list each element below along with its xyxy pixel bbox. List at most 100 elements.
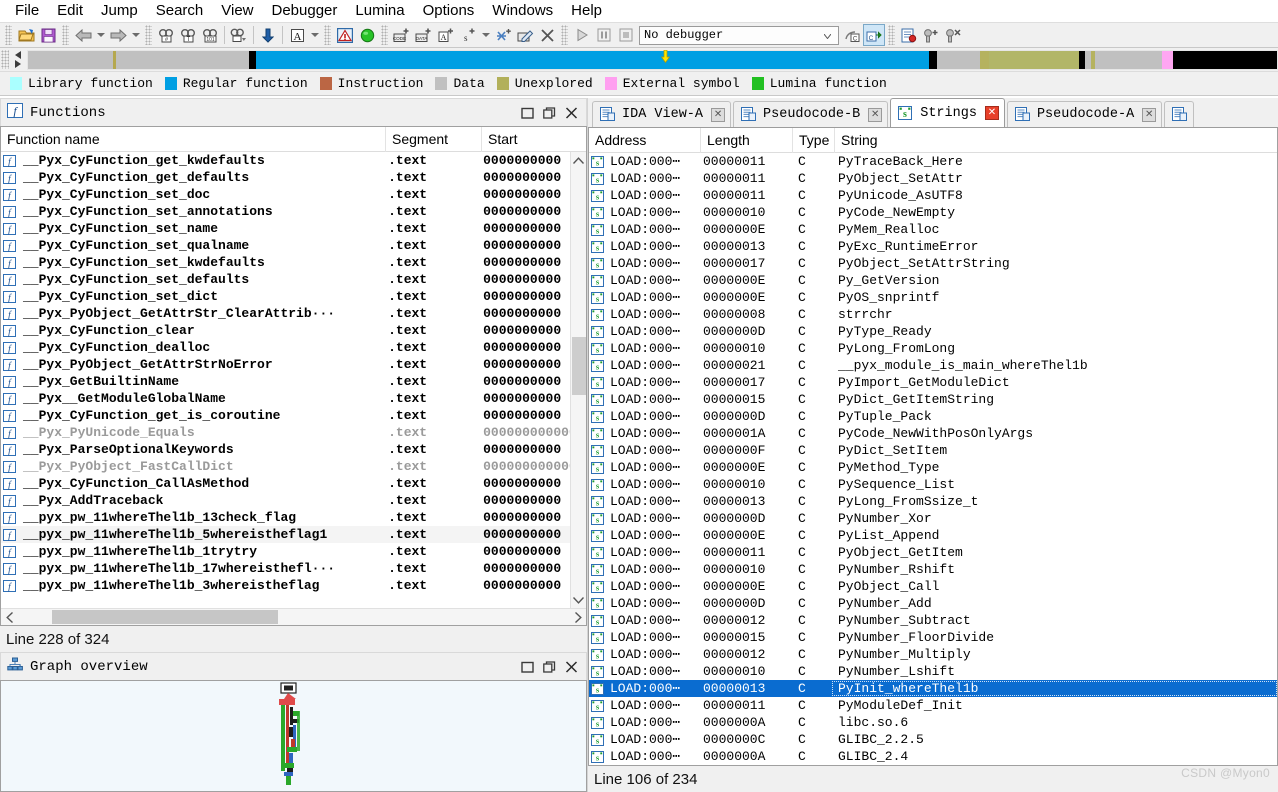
table-row[interactable]: s LOAD:000⋯ 0000000E C PyMem_Realloc (589, 221, 1277, 238)
table-row[interactable]: f __pyx_pw_11whereThel1b_1trytry .text 0000… (1, 543, 586, 560)
save-icon[interactable] (37, 24, 59, 46)
table-row[interactable]: s LOAD:000⋯ 00000010 C PyLong_FromLong (589, 340, 1277, 357)
column-header-type[interactable]: Type (793, 128, 835, 153)
table-row[interactable]: s LOAD:000⋯ 0000000D C PyType_Ready (589, 323, 1277, 340)
run-icon[interactable] (571, 24, 593, 46)
table-row[interactable]: f __Pyx_PyObject_FastCallDict .text 0000000… (1, 458, 586, 475)
table-row[interactable]: s LOAD:000⋯ 00000008 Cstrrchr (589, 306, 1277, 323)
toolbar-grip-7[interactable] (888, 25, 895, 45)
tab-pseudocode-b[interactable]: Pseudocode-B ✕ (733, 101, 889, 127)
table-row[interactable]: s LOAD:000⋯ 0000000F C PyDict_SetItem (589, 442, 1277, 459)
make-struct-dropdown-icon[interactable] (479, 24, 492, 46)
down-arrow-icon[interactable] (257, 24, 279, 46)
tab-ida-view-a[interactable]: IDA View-A ✕ (592, 101, 732, 127)
menu-item-file[interactable]: File (6, 1, 48, 21)
graph-overview-canvas[interactable] (0, 680, 587, 792)
table-row[interactable]: f __Pyx_CyFunction_get_is_coroutine .text 0… (1, 407, 586, 424)
step-into-icon[interactable]: C (863, 24, 885, 46)
table-row[interactable]: s LOAD:000⋯ 00000017 C PyImport_GetModuleDic… (589, 374, 1277, 391)
table-row[interactable]: s LOAD:000⋯ 00000012 C PyNumber_Subtract (589, 612, 1277, 629)
functions-scroll-track[interactable] (571, 169, 587, 591)
menu-item-view[interactable]: View (212, 1, 262, 21)
table-row[interactable]: s LOAD:000⋯ 00000011 C PyUnicode_AsUTF8 (589, 187, 1277, 204)
table-row[interactable]: f __Pyx__GetModuleGlobalName .text 00000000… (1, 390, 586, 407)
navigation-band[interactable] (27, 50, 1278, 70)
back-dropdown-icon[interactable] (94, 24, 107, 46)
menu-item-lumina[interactable]: Lumina (346, 1, 413, 21)
table-row[interactable]: s LOAD:000⋯ 00000010 C PyCode_NewEmpty (589, 204, 1277, 221)
search-text-icon[interactable]: T (177, 24, 199, 46)
table-row[interactable]: f __Pyx_PyObject_GetAttrStr_ClearAttrib··… (1, 305, 586, 322)
strings-list[interactable]: Address Length Type String s LOAD:000⋯ 000… (588, 128, 1278, 766)
table-row[interactable]: s LOAD:000⋯ 00000011 C PyTraceBack_Here (589, 153, 1277, 170)
scroll-down-icon[interactable] (571, 591, 587, 608)
search-immediate-icon[interactable]: 101 (199, 24, 221, 46)
scroll-right-icon[interactable] (569, 609, 586, 626)
menu-item-windows[interactable]: Windows (483, 1, 562, 21)
navband-zoom-controls[interactable] (9, 50, 27, 69)
scroll-up-icon[interactable] (571, 152, 587, 169)
column-header-address[interactable]: Address (589, 128, 701, 153)
toolbar-grip-2[interactable] (62, 25, 69, 45)
restore-icon[interactable] (516, 657, 538, 677)
strings-list-body[interactable]: s LOAD:000⋯ 00000011 C PyTraceBack_Here s LOAD… (589, 153, 1277, 765)
column-header-string[interactable]: String (835, 128, 1277, 153)
add-breakpoint-icon[interactable] (920, 24, 942, 46)
maximize-icon[interactable] (538, 103, 560, 123)
functions-hscroll-track[interactable] (18, 609, 569, 626)
menu-item-jump[interactable]: Jump (92, 1, 147, 21)
functions-list-body[interactable]: f __Pyx_CyFunction_get_kwdefaults .text 000… (1, 152, 586, 608)
toolbar-grip-3[interactable] (145, 25, 152, 45)
table-row[interactable]: s LOAD:000⋯ 0000000E C PyList_Append (589, 527, 1277, 544)
table-row[interactable]: s LOAD:000⋯ 00000017 C PyObject_SetAttrStrin… (589, 255, 1277, 272)
table-row[interactable]: s LOAD:000⋯ 00000011 C PyObject_GetItem (589, 544, 1277, 561)
make-ascii-icon[interactable]: A (435, 24, 457, 46)
toolbar-grip-6[interactable] (561, 25, 568, 45)
stop-icon[interactable] (615, 24, 637, 46)
column-header-function-name[interactable]: Function name (1, 127, 386, 152)
table-row[interactable]: s LOAD:000⋯ 00000013 C PyInit_whereThel1b (589, 680, 1277, 697)
menu-item-options[interactable]: Options (414, 1, 484, 21)
table-row[interactable]: f __Pyx_CyFunction_set_kwdefaults .text 000… (1, 254, 586, 271)
table-row[interactable]: s LOAD:000⋯ 0000000C C GLIBC_2.2.5 (589, 731, 1277, 748)
table-row[interactable]: s LOAD:000⋯ 00000013 C PyLong_FromSsize_t (589, 493, 1277, 510)
menu-item-edit[interactable]: Edit (48, 1, 92, 21)
forward-dropdown-icon[interactable] (129, 24, 142, 46)
table-row[interactable]: f __pyx_pw_11whereThel1b_17whereisthefl··… (1, 560, 586, 577)
tab-pseudocode-a[interactable]: Pseudocode-A ✕ (1006, 101, 1163, 127)
make-data-icon[interactable]: DATA (413, 24, 435, 46)
table-row[interactable]: f __pyx_pw_11whereThel1b_13check_flag .tex… (1, 509, 586, 526)
table-row[interactable]: s LOAD:000⋯ 0000000E C Py_GetVersion (589, 272, 1277, 289)
toolbar-grip-4[interactable] (324, 25, 331, 45)
table-row[interactable]: f __Pyx_ParseOptionalKeywords .text 0000000… (1, 441, 586, 458)
tab-close-icon[interactable]: ✕ (868, 107, 883, 122)
table-row[interactable]: f __Pyx_CyFunction_set_dict .text 000000000… (1, 288, 586, 305)
table-row[interactable]: f __Pyx_CyFunction_set_annotations .text 00… (1, 203, 586, 220)
table-row[interactable]: s LOAD:000⋯ 00000012 C PyNumber_Multiply (589, 646, 1277, 663)
close-icon[interactable] (560, 657, 582, 677)
tab-strings[interactable]: s Strings ✕ (890, 98, 1005, 127)
table-row[interactable]: f __Pyx_CyFunction_CallAsMethod .text 00000… (1, 475, 586, 492)
close-icon[interactable] (560, 103, 582, 123)
view-tab-strip[interactable]: IDA View-A ✕ Pseudocode-B ✕ s Strings ✕ Pseudoc… (588, 98, 1278, 128)
functions-vertical-scrollbar[interactable] (570, 152, 586, 608)
table-row[interactable]: s LOAD:000⋯ 00000010 C PyNumber_Rshift (589, 561, 1277, 578)
step-over-icon[interactable]: C (841, 24, 863, 46)
table-row[interactable]: f __pyx_pw_11whereThel1b_3whereistheflag.… (1, 577, 586, 594)
table-row[interactable]: s LOAD:000⋯ 0000000D C PyTuple_Pack (589, 408, 1277, 425)
table-row[interactable]: f __Pyx_CyFunction_set_doc .text 0000000000 (1, 186, 586, 203)
back-arrow-icon[interactable] (72, 24, 94, 46)
make-array-icon[interactable] (492, 24, 514, 46)
table-row[interactable]: f __Pyx_CyFunction_get_defaults .text 00000… (1, 169, 586, 186)
font-icon[interactable]: A (286, 24, 308, 46)
tab-overflow[interactable] (1164, 101, 1195, 127)
navband-zoom-in-icon[interactable] (15, 60, 21, 68)
tab-close-icon[interactable]: ✕ (984, 106, 999, 120)
scroll-left-icon[interactable] (1, 609, 18, 626)
table-row[interactable]: s LOAD:000⋯ 00000011 C PyObject_SetAttr (589, 170, 1277, 187)
menu-item-debugger[interactable]: Debugger (263, 1, 347, 21)
table-row[interactable]: s LOAD:000⋯ 00000011 C PyModuleDef_Init (589, 697, 1277, 714)
table-row[interactable]: s LOAD:000⋯ 00000010 C PyNumber_Lshift (589, 663, 1277, 680)
make-struct-icon[interactable]: s (457, 24, 479, 46)
menu-item-help[interactable]: Help (562, 1, 611, 21)
